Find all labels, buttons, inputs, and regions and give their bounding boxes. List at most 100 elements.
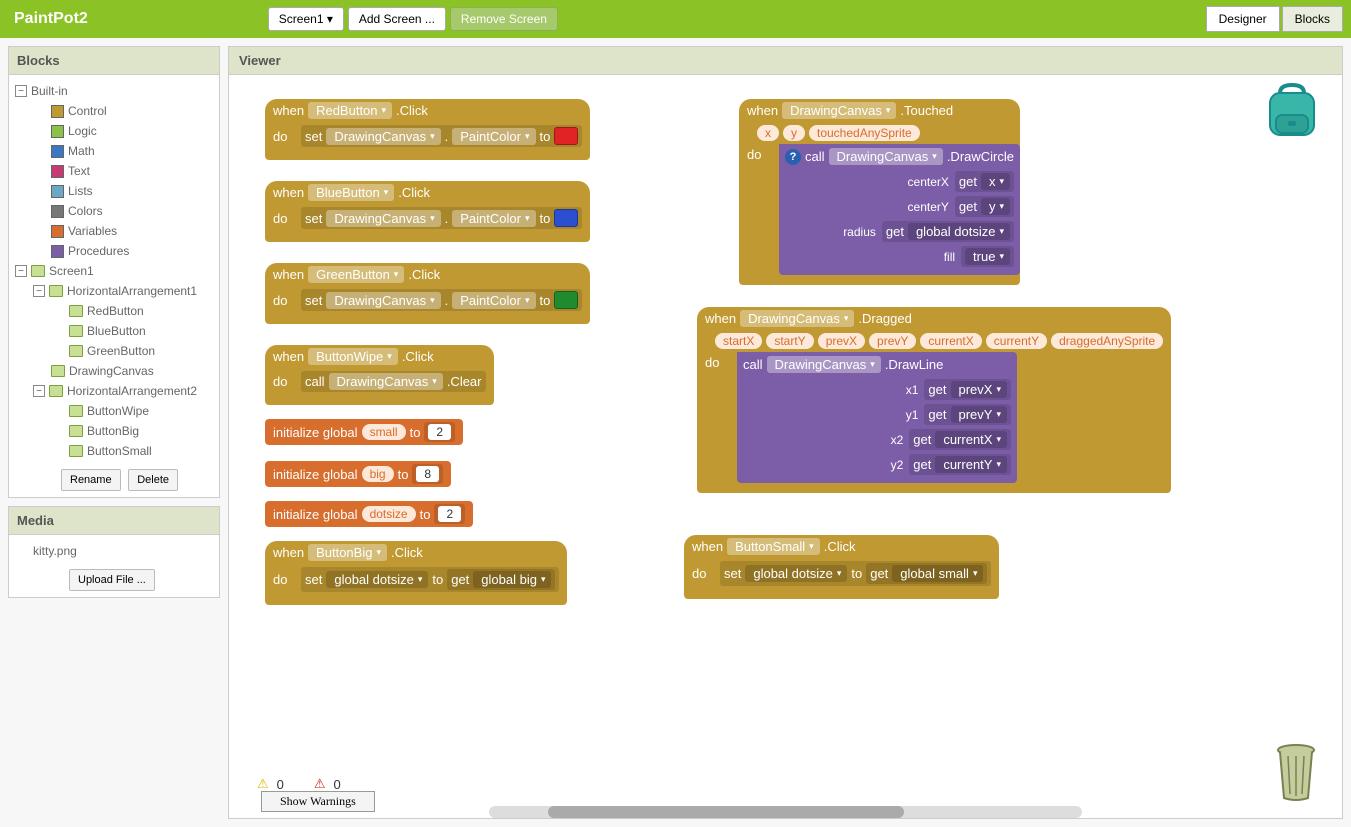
get-currentx-block[interactable]: getcurrentX [909,429,1011,450]
drawingcanvas-dropdown[interactable]: DrawingCanvas [829,148,943,165]
color-red-swatch[interactable] [554,127,578,145]
screen1-toggle[interactable]: − [15,265,27,277]
help-icon[interactable]: ? [785,149,801,165]
param-y[interactable]: y [783,125,805,141]
rename-button[interactable]: Rename [61,469,121,491]
ha1-node[interactable]: HorizontalArrangement1 [67,284,197,298]
blocks-tab[interactable]: Blocks [1282,6,1343,32]
show-warnings-button[interactable]: Show Warnings [261,791,375,812]
buttonwipe-dropdown[interactable]: ButtonWipe [308,348,398,365]
redbutton-node[interactable]: RedButton [87,304,144,318]
when-redbutton-click-block[interactable]: when RedButton .Click do set DrawingCanv… [265,99,590,160]
when-buttonsmall-click-block[interactable]: when ButtonSmall .Click do set global do… [684,535,999,599]
param-x[interactable]: x [757,125,779,141]
param-startx[interactable]: startX [715,333,762,349]
builtin-toggle[interactable]: − [15,85,27,97]
global-dotsize-dropdown[interactable]: global dotsize [908,223,1010,240]
paintcolor-dropdown[interactable]: PaintColor [452,210,535,227]
get-prevx-block[interactable]: getprevX [924,379,1011,400]
get-global-big-block[interactable]: get global big [447,569,555,590]
init-global-small-block[interactable]: initialize global small to 2 [265,419,463,445]
number-8-block[interactable]: 8 [412,464,443,484]
media-file[interactable]: kitty.png [33,544,77,558]
screen-selector[interactable]: Screen1 ▾ [268,7,344,31]
prevx-dropdown[interactable]: prevX [951,381,1008,398]
backpack-icon[interactable] [1262,81,1322,141]
upload-file-button[interactable]: Upload File ... [69,569,155,591]
when-greenbutton-click-block[interactable]: when GreenButton .Click do set DrawingCa… [265,263,590,324]
global-dotsize-dropdown[interactable]: global dotsize [745,565,847,582]
paintcolor-dropdown[interactable]: PaintColor [452,292,535,309]
varname-dotsize[interactable]: dotsize [362,506,416,522]
drawingcanvas-dropdown[interactable]: DrawingCanvas [767,356,881,373]
designer-tab[interactable]: Designer [1206,6,1280,32]
small-node[interactable]: ButtonSmall [87,444,152,458]
drawingcanvas-dropdown[interactable]: DrawingCanvas [326,292,440,309]
buttonbig-dropdown[interactable]: ButtonBig [308,544,387,561]
call-clear-block[interactable]: call DrawingCanvas .Clear [301,371,486,392]
cat-variables[interactable]: Variables [68,224,117,238]
color-blue-swatch[interactable] [554,209,578,227]
ha2-toggle[interactable]: − [33,385,45,397]
drawingcanvas-dropdown[interactable]: DrawingCanvas [740,310,854,327]
prevy-dropdown[interactable]: prevY [951,406,1008,423]
get-global-small-block[interactable]: get global small [866,563,987,584]
number-2-block[interactable]: 2 [424,422,455,442]
init-global-big-block[interactable]: initialize global big to 8 [265,461,451,487]
currenty-dropdown[interactable]: currentY [935,456,1007,473]
varname-small[interactable]: small [362,424,406,440]
param-touchedanysprite[interactable]: touchedAnySprite [809,125,920,141]
param-prevy[interactable]: prevY [869,333,916,349]
drawingcanvas-dropdown[interactable]: DrawingCanvas [329,373,443,390]
cat-text[interactable]: Text [68,164,90,178]
bluebutton-dropdown[interactable]: BlueButton [308,184,394,201]
param-draggedanysprite[interactable]: draggedAnySprite [1051,333,1163,349]
set-paintcolor-blue-block[interactable]: set DrawingCanvas. PaintColor to [301,207,582,229]
wipe-node[interactable]: ButtonWipe [87,404,149,418]
drawingcanvas-dropdown[interactable]: DrawingCanvas [782,102,896,119]
true-block[interactable]: true [961,246,1014,267]
get-global-dotsize-block[interactable]: getglobal dotsize [882,221,1014,242]
cat-logic[interactable]: Logic [68,124,97,138]
set-paintcolor-red-block[interactable]: set DrawingCanvas. PaintColor to [301,125,582,147]
cat-procedures[interactable]: Procedures [68,244,129,258]
global-dotsize-dropdown[interactable]: global dotsize [326,571,428,588]
screen1-node[interactable]: Screen1 [49,264,94,278]
get-y-block[interactable]: gety [955,196,1014,217]
y-dropdown[interactable]: y [981,198,1010,215]
delete-button[interactable]: Delete [128,469,178,491]
get-currenty-block[interactable]: getcurrentY [909,454,1011,475]
ha1-toggle[interactable]: − [33,285,45,297]
big-node[interactable]: ButtonBig [87,424,139,438]
bluebutton-node[interactable]: BlueButton [87,324,146,338]
set-dotsize-small-block[interactable]: set global dotsize to get global small [720,561,991,586]
get-prevy-block[interactable]: getprevY [924,404,1011,425]
global-big-dropdown[interactable]: global big [473,571,551,588]
call-drawcircle-block[interactable]: ? call DrawingCanvas .DrawCircle centerX… [779,144,1020,275]
true-dropdown[interactable]: true [965,248,1010,265]
blocks-canvas[interactable]: when RedButton .Click do set DrawingCanv… [229,75,1342,818]
currentx-dropdown[interactable]: currentX [935,431,1007,448]
remove-screen-button[interactable]: Remove Screen [450,7,558,31]
set-paintcolor-green-block[interactable]: set DrawingCanvas. PaintColor to [301,289,582,311]
when-bluebutton-click-block[interactable]: when BlueButton .Click do set DrawingCan… [265,181,590,242]
when-drawingcanvas-dragged-block[interactable]: when DrawingCanvas .Dragged startX start… [697,307,1171,493]
param-starty[interactable]: startY [766,333,813,349]
when-buttonwipe-click-block[interactable]: when ButtonWipe .Click do call DrawingCa… [265,345,494,405]
paintcolor-dropdown[interactable]: PaintColor [452,128,535,145]
drawingcanvas-dropdown[interactable]: DrawingCanvas [326,210,440,227]
x-dropdown[interactable]: x [981,173,1010,190]
add-screen-button[interactable]: Add Screen ... [348,7,446,31]
varname-big[interactable]: big [362,466,394,482]
buttonsmall-dropdown[interactable]: ButtonSmall [727,538,820,555]
ha2-node[interactable]: HorizontalArrangement2 [67,384,197,398]
drawingcanvas-node[interactable]: DrawingCanvas [69,364,154,378]
cat-lists[interactable]: Lists [68,184,93,198]
horizontal-scrollbar[interactable] [489,806,1082,818]
param-currentx[interactable]: currentX [920,333,981,349]
color-green-swatch[interactable] [554,291,578,309]
greenbutton-node[interactable]: GreenButton [87,344,155,358]
cat-control[interactable]: Control [68,104,107,118]
init-global-dotsize-block[interactable]: initialize global dotsize to 2 [265,501,473,527]
when-buttonbig-click-block[interactable]: when ButtonBig .Click do set global dots… [265,541,567,605]
